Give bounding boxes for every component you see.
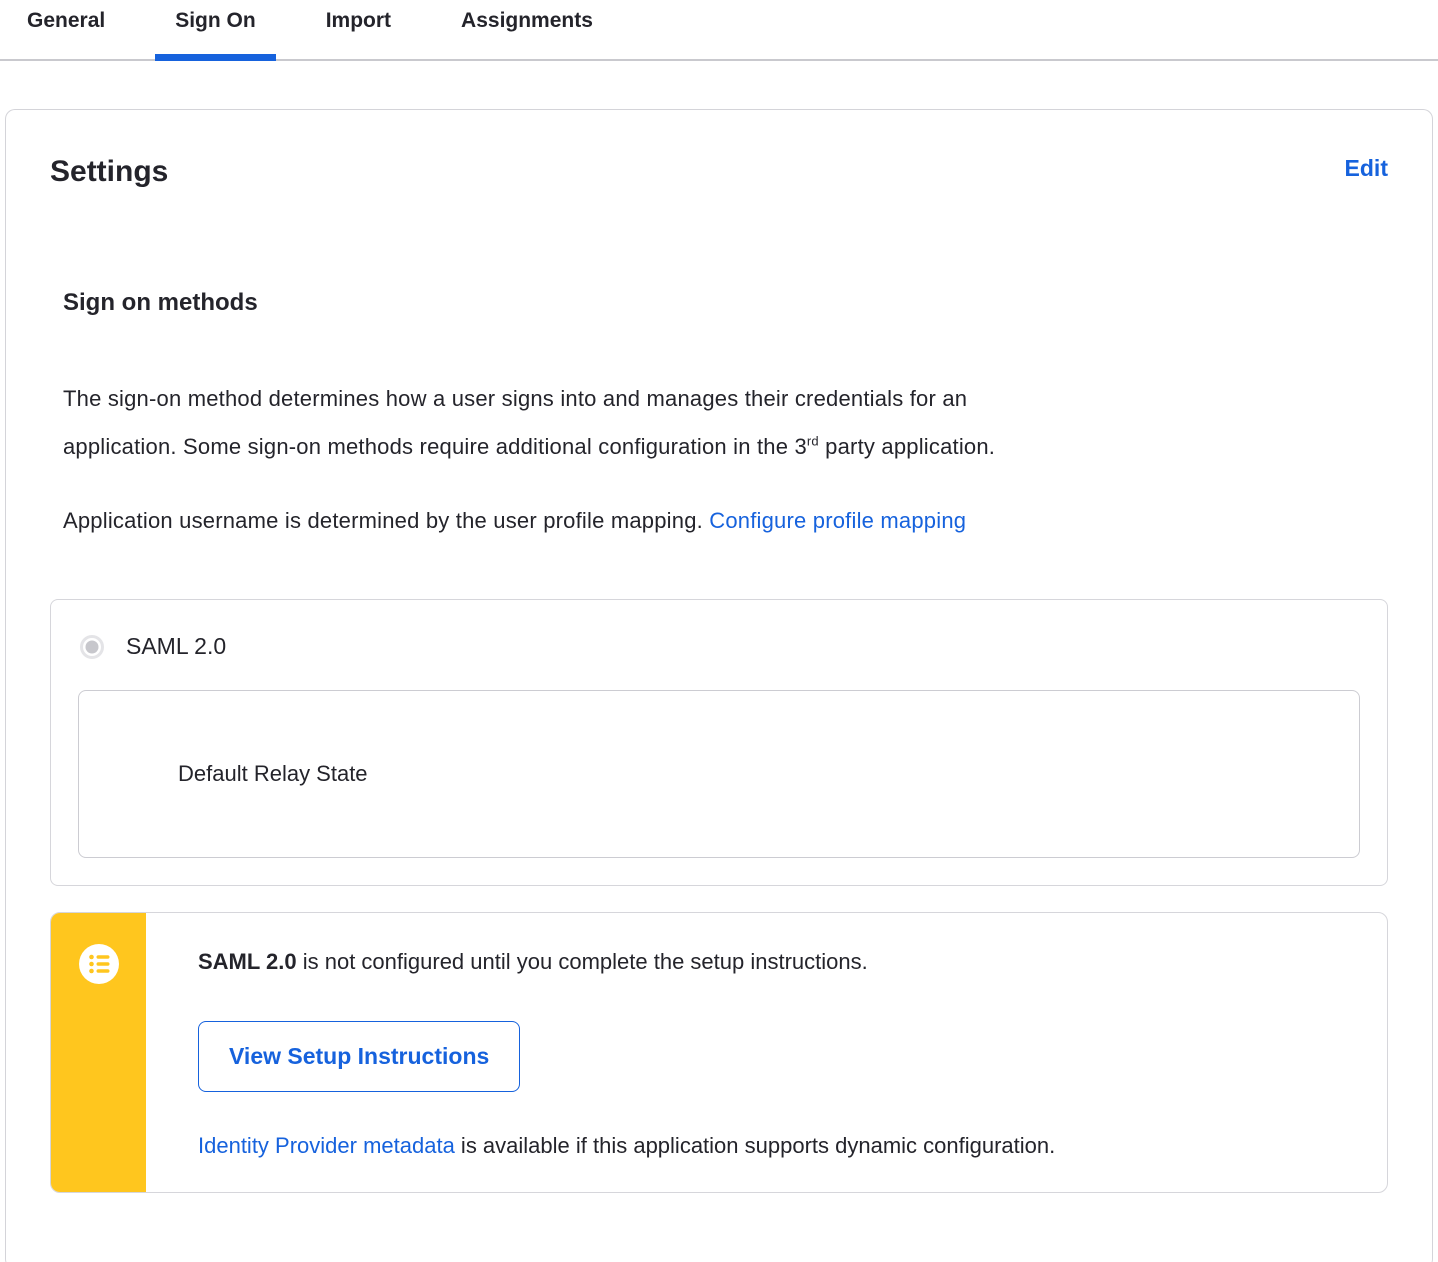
default-relay-state-box: Default Relay State bbox=[78, 690, 1360, 858]
sign-on-methods-section: Sign on methods The sign-on method deter… bbox=[50, 289, 1388, 1193]
ordinal-suffix: rd bbox=[806, 433, 819, 449]
identity-provider-metadata-link[interactable]: Identity Provider metadata bbox=[198, 1133, 455, 1158]
settings-card: Settings Edit Sign on methods The sign-o… bbox=[5, 109, 1433, 1262]
view-setup-instructions-button[interactable]: View Setup Instructions bbox=[198, 1021, 521, 1092]
sign-on-description: The sign-on method determines how a user… bbox=[63, 375, 1388, 471]
configure-profile-mapping-link[interactable]: Configure profile mapping bbox=[709, 508, 966, 533]
callout-message-bold: SAML 2.0 bbox=[198, 949, 297, 974]
page-title: Settings bbox=[50, 155, 169, 188]
tab-import[interactable]: Import bbox=[306, 8, 411, 61]
setup-callout: SAML 2.0 is not configured until you com… bbox=[50, 912, 1388, 1193]
description-line-2b: party application. bbox=[818, 434, 996, 459]
tab-assignments[interactable]: Assignments bbox=[441, 8, 613, 61]
callout-metadata-line: Identity Provider metadata is available … bbox=[198, 1133, 1347, 1159]
tab-general[interactable]: General bbox=[7, 8, 125, 61]
edit-button[interactable]: Edit bbox=[1345, 155, 1388, 182]
username-mapping-text: Application username is determined by th… bbox=[63, 508, 710, 533]
section-heading: Sign on methods bbox=[63, 289, 258, 316]
username-mapping-description: Application username is determined by th… bbox=[63, 497, 1388, 545]
callout-message: SAML 2.0 is not configured until you com… bbox=[198, 949, 1347, 975]
saml-radio-row: SAML 2.0 bbox=[80, 633, 1360, 660]
radio-dot bbox=[85, 640, 99, 653]
tab-sign-on[interactable]: Sign On bbox=[155, 8, 276, 61]
card-header: Settings Edit bbox=[50, 155, 1388, 189]
description-line-2a: application. Some sign-on methods requir… bbox=[63, 434, 807, 459]
list-icon bbox=[78, 944, 119, 1192]
saml-radio-button[interactable] bbox=[80, 634, 104, 659]
callout-message-rest: is not configured until you complete the… bbox=[296, 949, 868, 974]
callout-body: SAML 2.0 is not configured until you com… bbox=[146, 913, 1387, 1192]
tab-bar: General Sign On Import Assignments bbox=[0, 0, 1438, 61]
saml-method-box: SAML 2.0 Default Relay State bbox=[50, 599, 1388, 886]
description-line-1: The sign-on method determines how a user… bbox=[63, 386, 968, 411]
callout-warning-stripe bbox=[51, 913, 146, 1192]
metadata-rest-text: is available if this application support… bbox=[454, 1133, 1056, 1158]
default-relay-state-label: Default Relay State bbox=[178, 761, 368, 786]
saml-radio-label: SAML 2.0 bbox=[126, 633, 227, 659]
